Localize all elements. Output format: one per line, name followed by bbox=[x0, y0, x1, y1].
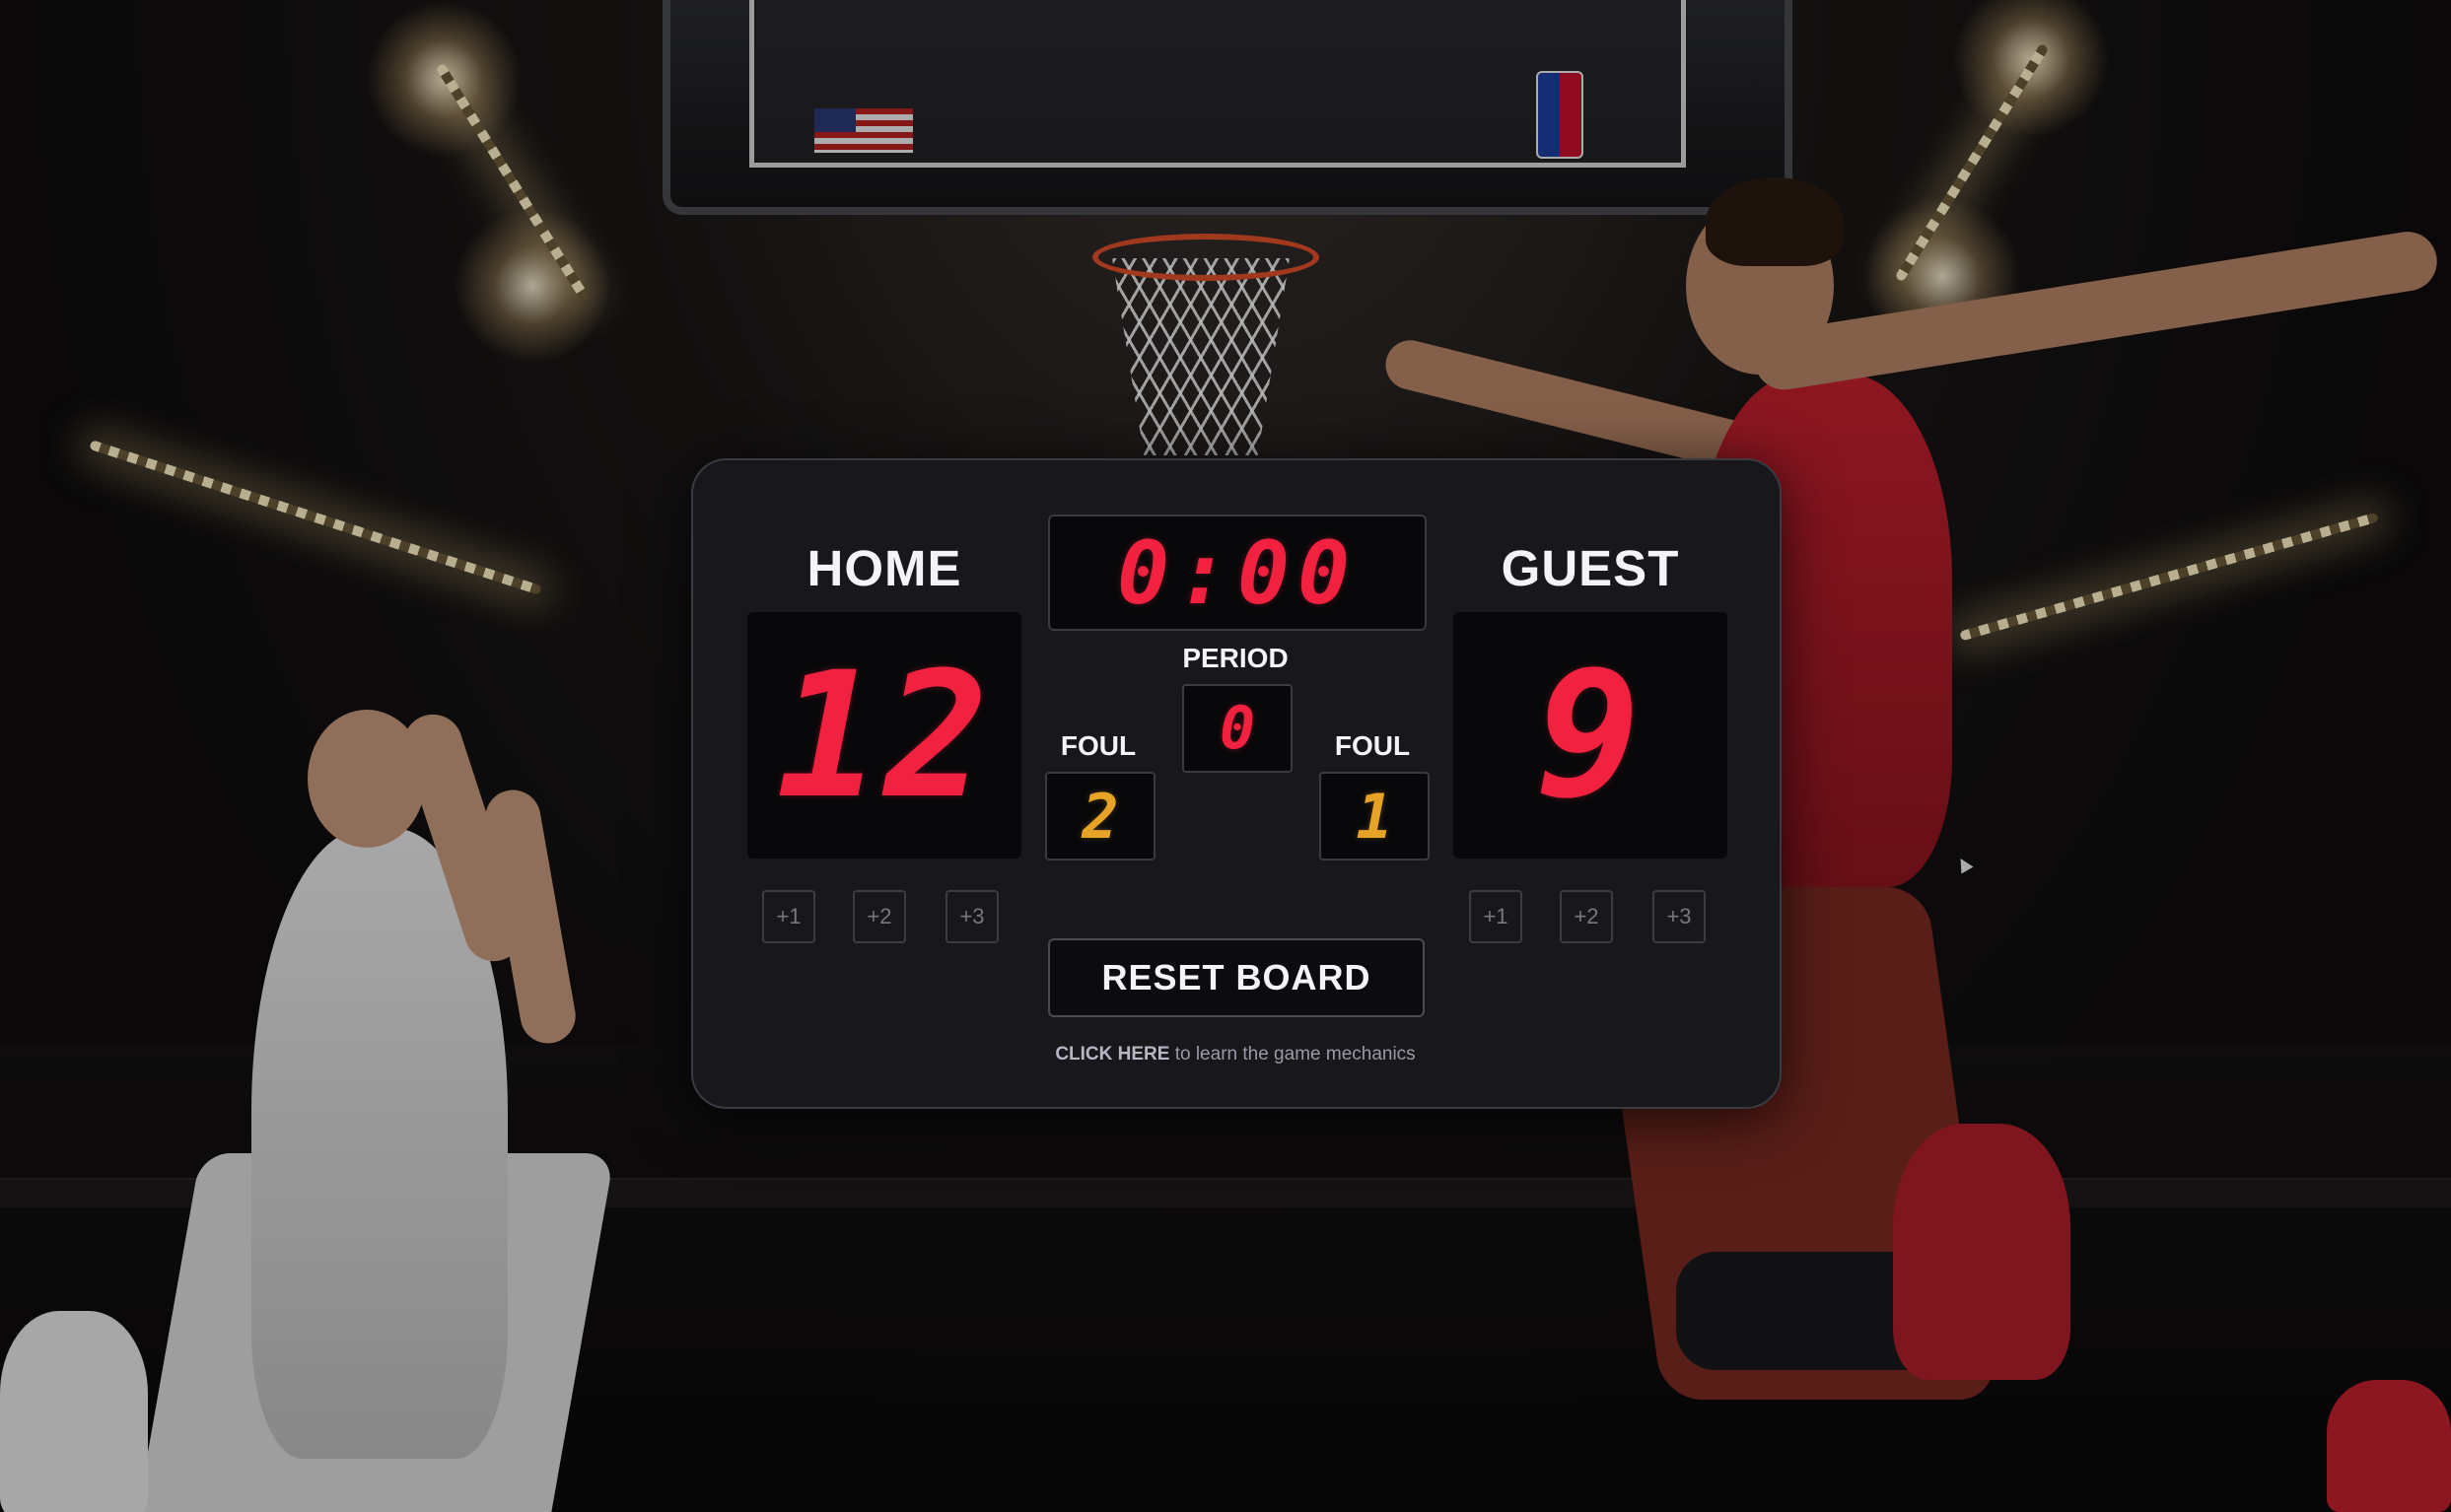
period-value: 0 bbox=[1219, 694, 1256, 763]
home-foul-display: 2 bbox=[1045, 772, 1155, 860]
help-text: CLICK HERE to learn the game mechanics bbox=[989, 1044, 1482, 1065]
scoreboard-panel: HOME 12 0:00 PERIOD 0 FOUL 2 FOUL 1 GUES… bbox=[691, 458, 1782, 1109]
home-score-value: 12 bbox=[776, 634, 993, 837]
home-add-2-button[interactable]: +2 bbox=[853, 890, 906, 943]
home-title: HOME bbox=[806, 540, 962, 596]
guest-title: GUEST bbox=[1501, 540, 1680, 596]
period-label: PERIOD bbox=[1182, 643, 1289, 673]
guest-score-display: 9 bbox=[1453, 612, 1727, 859]
home-foul-label: FOUL bbox=[1060, 730, 1137, 761]
timer-value: 0:00 bbox=[1117, 521, 1358, 624]
guest-score-value: 9 bbox=[1536, 634, 1645, 837]
guest-add-1-button[interactable]: +1 bbox=[1469, 890, 1522, 943]
home-add-3-button[interactable]: +3 bbox=[945, 890, 999, 943]
period-display: 0 bbox=[1182, 684, 1293, 773]
game-timer-display: 0:00 bbox=[1048, 515, 1427, 631]
help-text-tail: to learn the game mechanics bbox=[1169, 1044, 1416, 1065]
home-add-1-button[interactable]: +1 bbox=[762, 890, 815, 943]
guest-foul-label: FOUL bbox=[1334, 730, 1411, 761]
reset-board-button[interactable]: RESET BOARD bbox=[1048, 938, 1425, 1017]
guest-foul-display: 1 bbox=[1319, 772, 1430, 860]
home-foul-value: 2 bbox=[1082, 780, 1119, 853]
home-score-display: 12 bbox=[747, 612, 1021, 859]
help-link[interactable]: CLICK HERE bbox=[1055, 1044, 1169, 1065]
guest-add-3-button[interactable]: +3 bbox=[1652, 890, 1706, 943]
guest-foul-value: 1 bbox=[1356, 780, 1393, 853]
guest-add-2-button[interactable]: +2 bbox=[1560, 890, 1613, 943]
